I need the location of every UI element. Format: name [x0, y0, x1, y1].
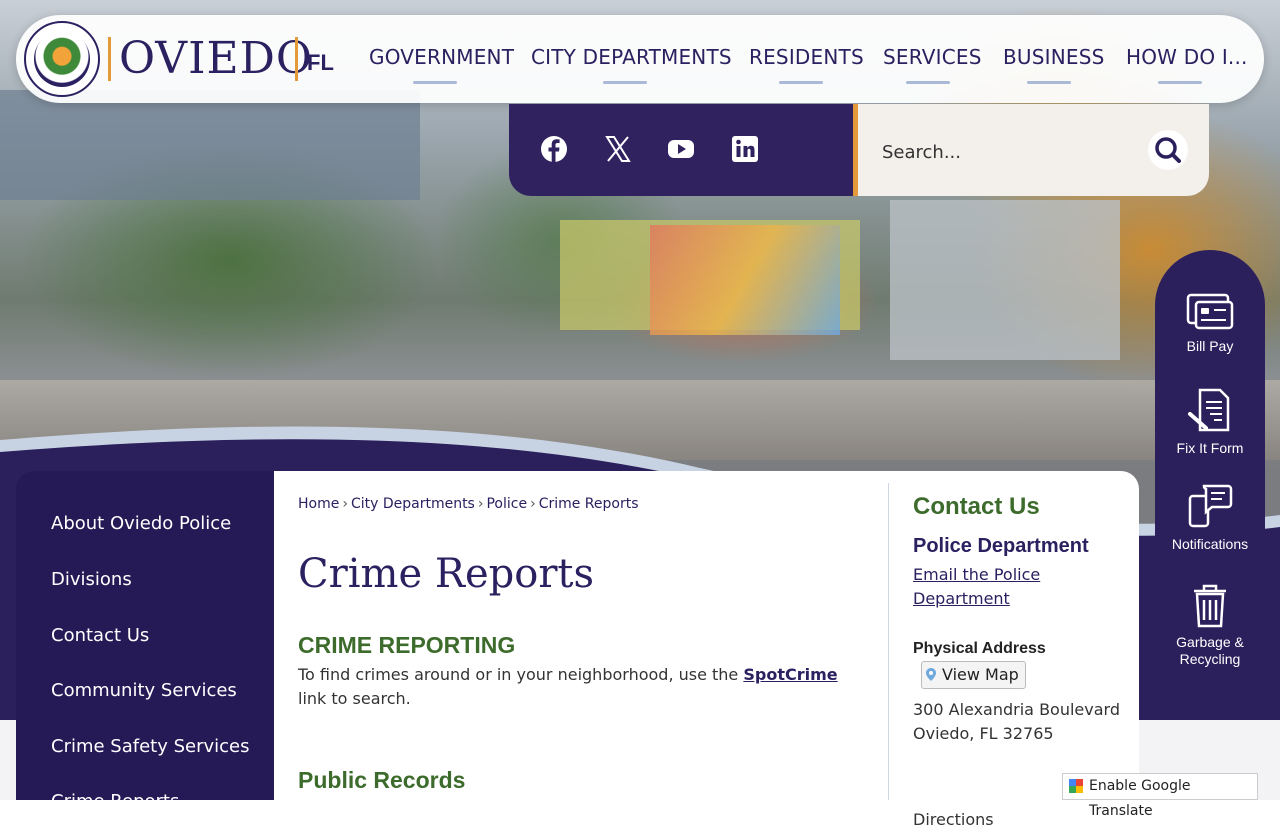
quick-links: Bill Pay Fix It Form Notifications Garba… [1155, 250, 1265, 706]
directions-link[interactable]: Directions [913, 810, 994, 829]
crime-reporting-text: To find crimes around or in your neighbo… [298, 663, 868, 711]
main-content: Home › City Departments › Police › Crime Repor… [274, 471, 1139, 829]
nav-business[interactable]: BUSINESS [1003, 45, 1105, 69]
view-map-button[interactable]: View Map [921, 661, 1026, 689]
quick-link-notifications[interactable]: Notifications [1155, 482, 1265, 552]
search-input[interactable] [880, 138, 1134, 166]
map-pin-icon [926, 668, 936, 681]
section-sidebar: About Oviedo Police Divisions Contact Us… [16, 471, 274, 812]
nav-underline [906, 81, 950, 84]
fix-it-form-icon [1188, 388, 1230, 432]
site-header: OVIEDO FL GOVERNMENT CITY DEPARTMENTS RE… [16, 15, 1264, 103]
nav-underline [1027, 81, 1071, 84]
nav-services[interactable]: SERVICES [883, 45, 982, 69]
sidebar-item-divisions[interactable]: Divisions [51, 569, 132, 590]
nav-underline [413, 81, 457, 84]
sidebar-item-crime-safety[interactable]: Crime Safety Services [51, 736, 250, 757]
address-line-2: Oviedo, FL 32765 [913, 724, 1054, 743]
social-bar [509, 104, 855, 196]
x-icon[interactable] [603, 134, 633, 164]
quick-link-label: Bill Pay [1186, 338, 1234, 354]
contact-heading: Contact Us [913, 493, 1040, 520]
search-box [853, 104, 1209, 196]
sidebar-item-about[interactable]: About Oviedo Police [51, 513, 231, 534]
quick-link-label: Notifications [1171, 536, 1249, 552]
google-translate-button[interactable]: Enable Google Translate [1062, 773, 1258, 819]
breadcrumb: Home › City Departments › Police › Crime Repor… [298, 496, 639, 512]
nav-government[interactable]: GOVERNMENT [369, 45, 514, 69]
google-translate-label: Enable Google Translate [1089, 778, 1191, 819]
nav-residents[interactable]: RESIDENTS [749, 45, 864, 69]
contact-department: Police Department [913, 535, 1089, 557]
email-police-link[interactable]: Email the Police Department [913, 563, 1113, 611]
contact-panel: Contact Us Police Department Email the P… [913, 493, 1123, 829]
nav-underline [603, 81, 647, 84]
section-heading-public-records: Public Records [298, 767, 466, 793]
facebook-icon[interactable] [539, 134, 569, 164]
city-seal-logo[interactable] [24, 21, 100, 97]
nav-underline [779, 81, 823, 84]
quick-link-fix-it-form[interactable]: Fix It Form [1155, 386, 1265, 456]
bill-pay-icon [1186, 293, 1234, 330]
nav-city-departments[interactable]: CITY DEPARTMENTS [531, 45, 732, 69]
quick-link-label: Fix It Form [1176, 440, 1244, 456]
notifications-icon [1188, 484, 1233, 528]
breadcrumb-city-departments[interactable]: City Departments [351, 496, 475, 512]
linkedin-icon[interactable] [730, 134, 760, 164]
site-name[interactable]: OVIEDO [119, 33, 313, 85]
site-state: FL [307, 50, 334, 75]
section-heading-crime-reporting: CRIME REPORTING [298, 632, 516, 658]
nav-underline [1158, 81, 1202, 84]
logo-divider [108, 37, 111, 81]
search-icon [1155, 137, 1181, 163]
search-button[interactable] [1148, 130, 1188, 170]
paragraph-text: link to search. [298, 689, 411, 708]
youtube-icon[interactable] [666, 134, 696, 164]
address-label: Physical Address [913, 640, 1046, 657]
spotcrime-link[interactable]: SpotCrime [743, 665, 837, 684]
trash-can-icon [1194, 584, 1226, 628]
breadcrumb-police[interactable]: Police [486, 496, 527, 512]
sidebar-item-contact-us[interactable]: Contact Us [51, 625, 149, 646]
page-title: Crime Reports [298, 551, 595, 597]
paragraph-text: To find crimes around or in your neighbo… [298, 665, 744, 684]
breadcrumb-current: Crime Reports [538, 496, 639, 512]
view-map-label: View Map [942, 665, 1019, 684]
address-line-1: 300 Alexandria Boulevard [913, 700, 1120, 719]
sidebar-item-community-services[interactable]: Community Services [51, 680, 237, 701]
address-text: 300 Alexandria Boulevard Oviedo, FL 3276… [913, 698, 1120, 746]
quick-link-garbage-recycling[interactable]: Garbage & Recycling [1155, 582, 1265, 668]
logo-divider [295, 37, 298, 81]
google-icon [1069, 779, 1083, 793]
quick-link-bill-pay[interactable]: Bill Pay [1155, 292, 1265, 354]
nav-how-do-i[interactable]: HOW DO I... [1126, 45, 1248, 69]
breadcrumb-home[interactable]: Home [298, 496, 339, 512]
content-divider [888, 483, 889, 800]
quick-link-label: Garbage & Recycling [1176, 634, 1244, 667]
sidebar-item-crime-reports[interactable]: Crime Reports [51, 791, 179, 812]
